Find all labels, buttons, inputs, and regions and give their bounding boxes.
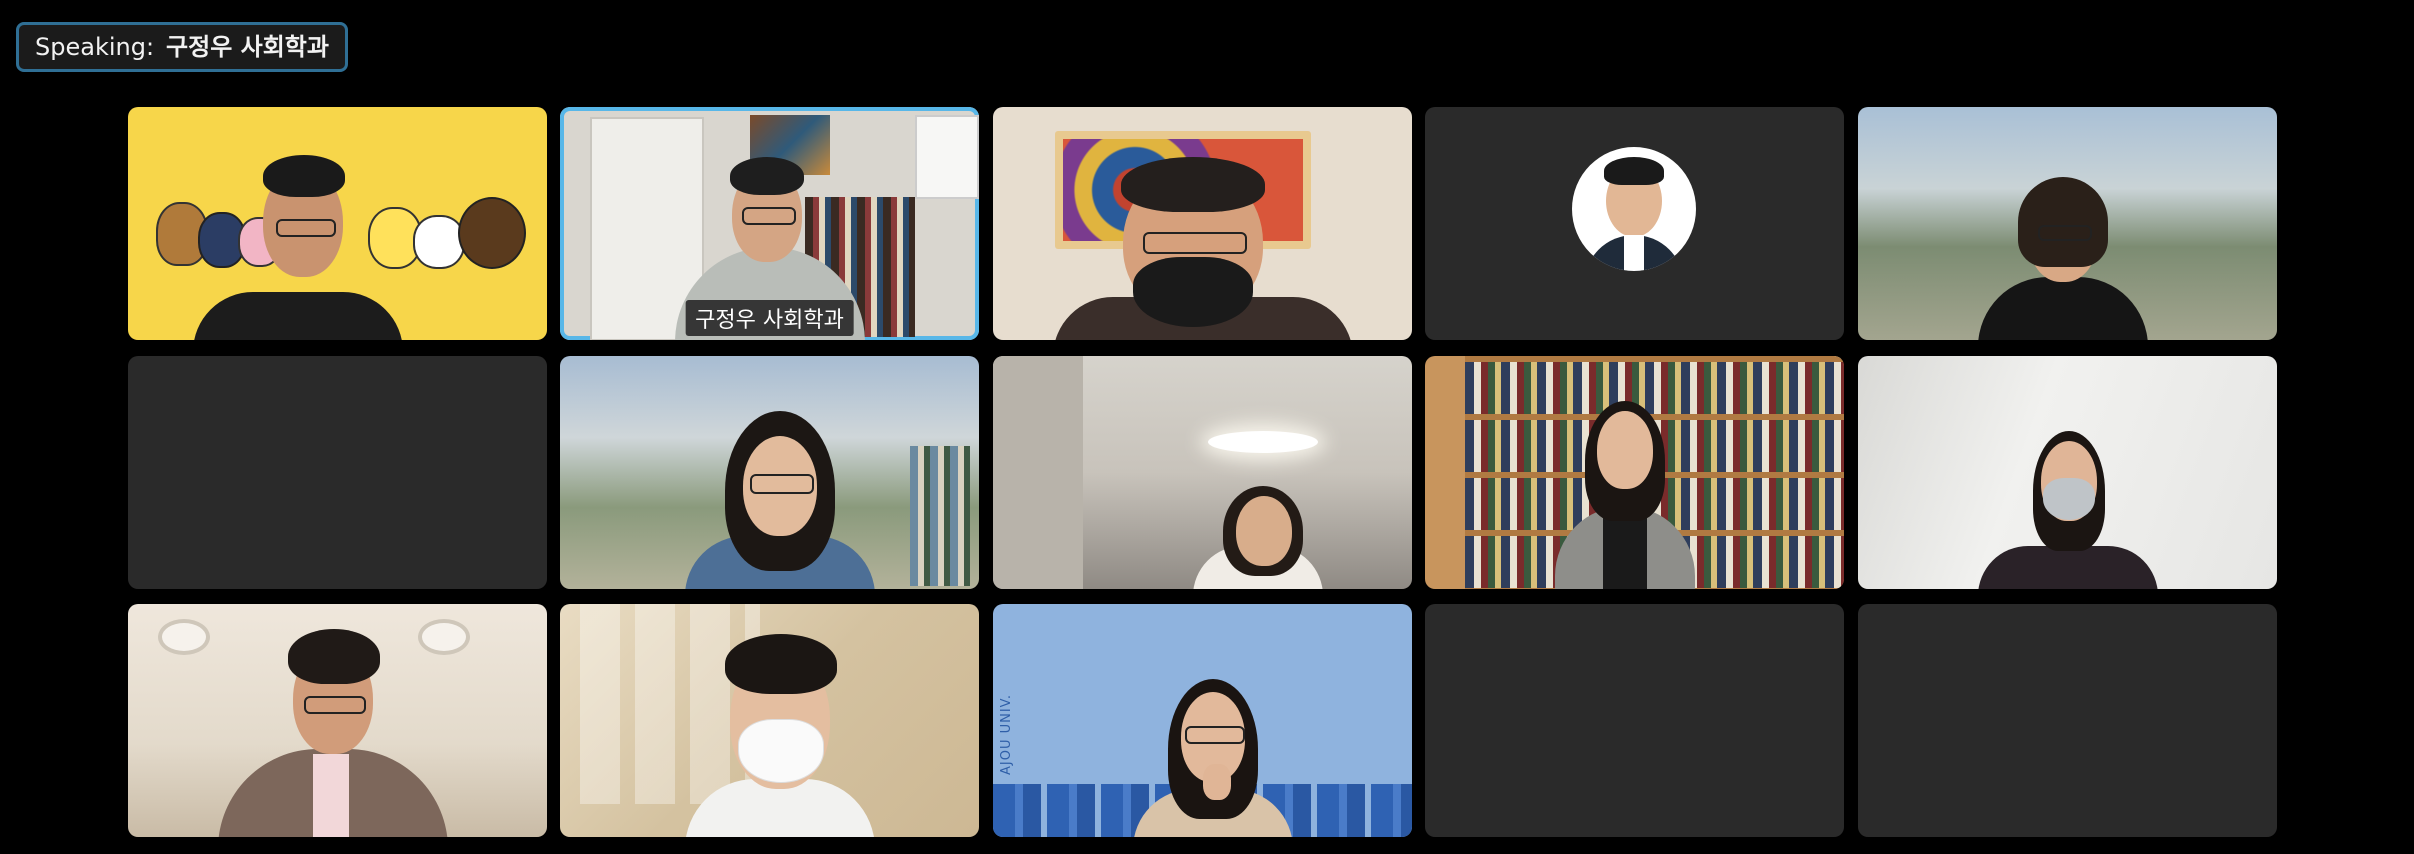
participant-tile-active-speaker[interactable]: 구정우 사회학과: [560, 107, 979, 340]
face-mask: [2043, 478, 2095, 520]
person-shirt: [313, 754, 349, 837]
hand: [1203, 764, 1231, 800]
participant-tile[interactable]: [993, 356, 1412, 589]
person-hair: [725, 634, 837, 694]
participant-tile[interactable]: [560, 356, 979, 589]
participant-tile[interactable]: [128, 107, 547, 340]
video-feed: [1858, 356, 2277, 589]
video-feed: [993, 107, 1412, 340]
face-mask: [738, 719, 824, 783]
ceiling-light: [418, 619, 470, 655]
video-feed: AJOU UNIV.: [993, 604, 1412, 837]
video-call-window: Speaking: 구정우 사회학과 구정우 사회학과 AJOU UNIV.: [0, 0, 2414, 854]
avatar: [1572, 147, 1696, 271]
video-feed: [1425, 356, 1844, 589]
video-feed: [560, 356, 979, 589]
glasses-icon: [2038, 225, 2092, 241]
participant-tile-video-off[interactable]: [1425, 604, 1844, 837]
participant-tile[interactable]: AJOU UNIV.: [993, 604, 1412, 837]
speaking-label: Speaking:: [35, 33, 155, 61]
glasses-icon: [750, 474, 814, 494]
ceiling-light: [158, 619, 210, 655]
glasses-icon: [1185, 726, 1245, 744]
video-feed: [128, 604, 547, 837]
active-speaker-indicator: Speaking: 구정우 사회학과: [16, 22, 348, 72]
video-feed: [1858, 107, 2277, 340]
video-feed: [128, 107, 547, 340]
participant-tile-video-off[interactable]: [128, 356, 547, 589]
speaker-name: 구정우 사회학과: [166, 33, 329, 61]
glasses-icon: [1143, 232, 1247, 254]
glasses-icon: [742, 207, 796, 225]
window: [915, 115, 979, 199]
person-head: [1236, 496, 1292, 566]
video-feed: [1425, 107, 1844, 340]
face-mask: [1133, 257, 1253, 327]
person-hair: [263, 155, 345, 197]
person-hair: [730, 157, 804, 195]
person-hair: [1121, 157, 1265, 212]
person-hair: [288, 629, 380, 684]
video-feed: [560, 604, 979, 837]
campus-logo: AJOU UNIV.: [999, 693, 1014, 775]
participant-tile[interactable]: [560, 604, 979, 837]
duck-character-icon: [413, 215, 465, 269]
person-hair: [2018, 177, 2108, 267]
ceiling-light: [1208, 431, 1318, 453]
person-body: [1978, 277, 2148, 340]
participant-tile[interactable]: [128, 604, 547, 837]
person-body: [1978, 546, 2158, 589]
glasses-icon: [304, 696, 366, 714]
participant-tile-video-off[interactable]: [1425, 107, 1844, 340]
lion-character-icon: [458, 197, 526, 269]
person-head: [1597, 411, 1653, 489]
participant-tile-video-off[interactable]: [1858, 604, 2277, 837]
participant-name-label: 구정우 사회학과: [685, 300, 854, 336]
door: [993, 356, 1083, 589]
participant-tile[interactable]: [1425, 356, 1844, 589]
participant-tile[interactable]: [1858, 356, 2277, 589]
person-body: [193, 292, 403, 340]
bookshelf: [910, 446, 970, 586]
video-feed: [993, 356, 1412, 589]
participant-tile[interactable]: [993, 107, 1412, 340]
glasses-icon: [276, 219, 336, 237]
participant-tile[interactable]: [1858, 107, 2277, 340]
